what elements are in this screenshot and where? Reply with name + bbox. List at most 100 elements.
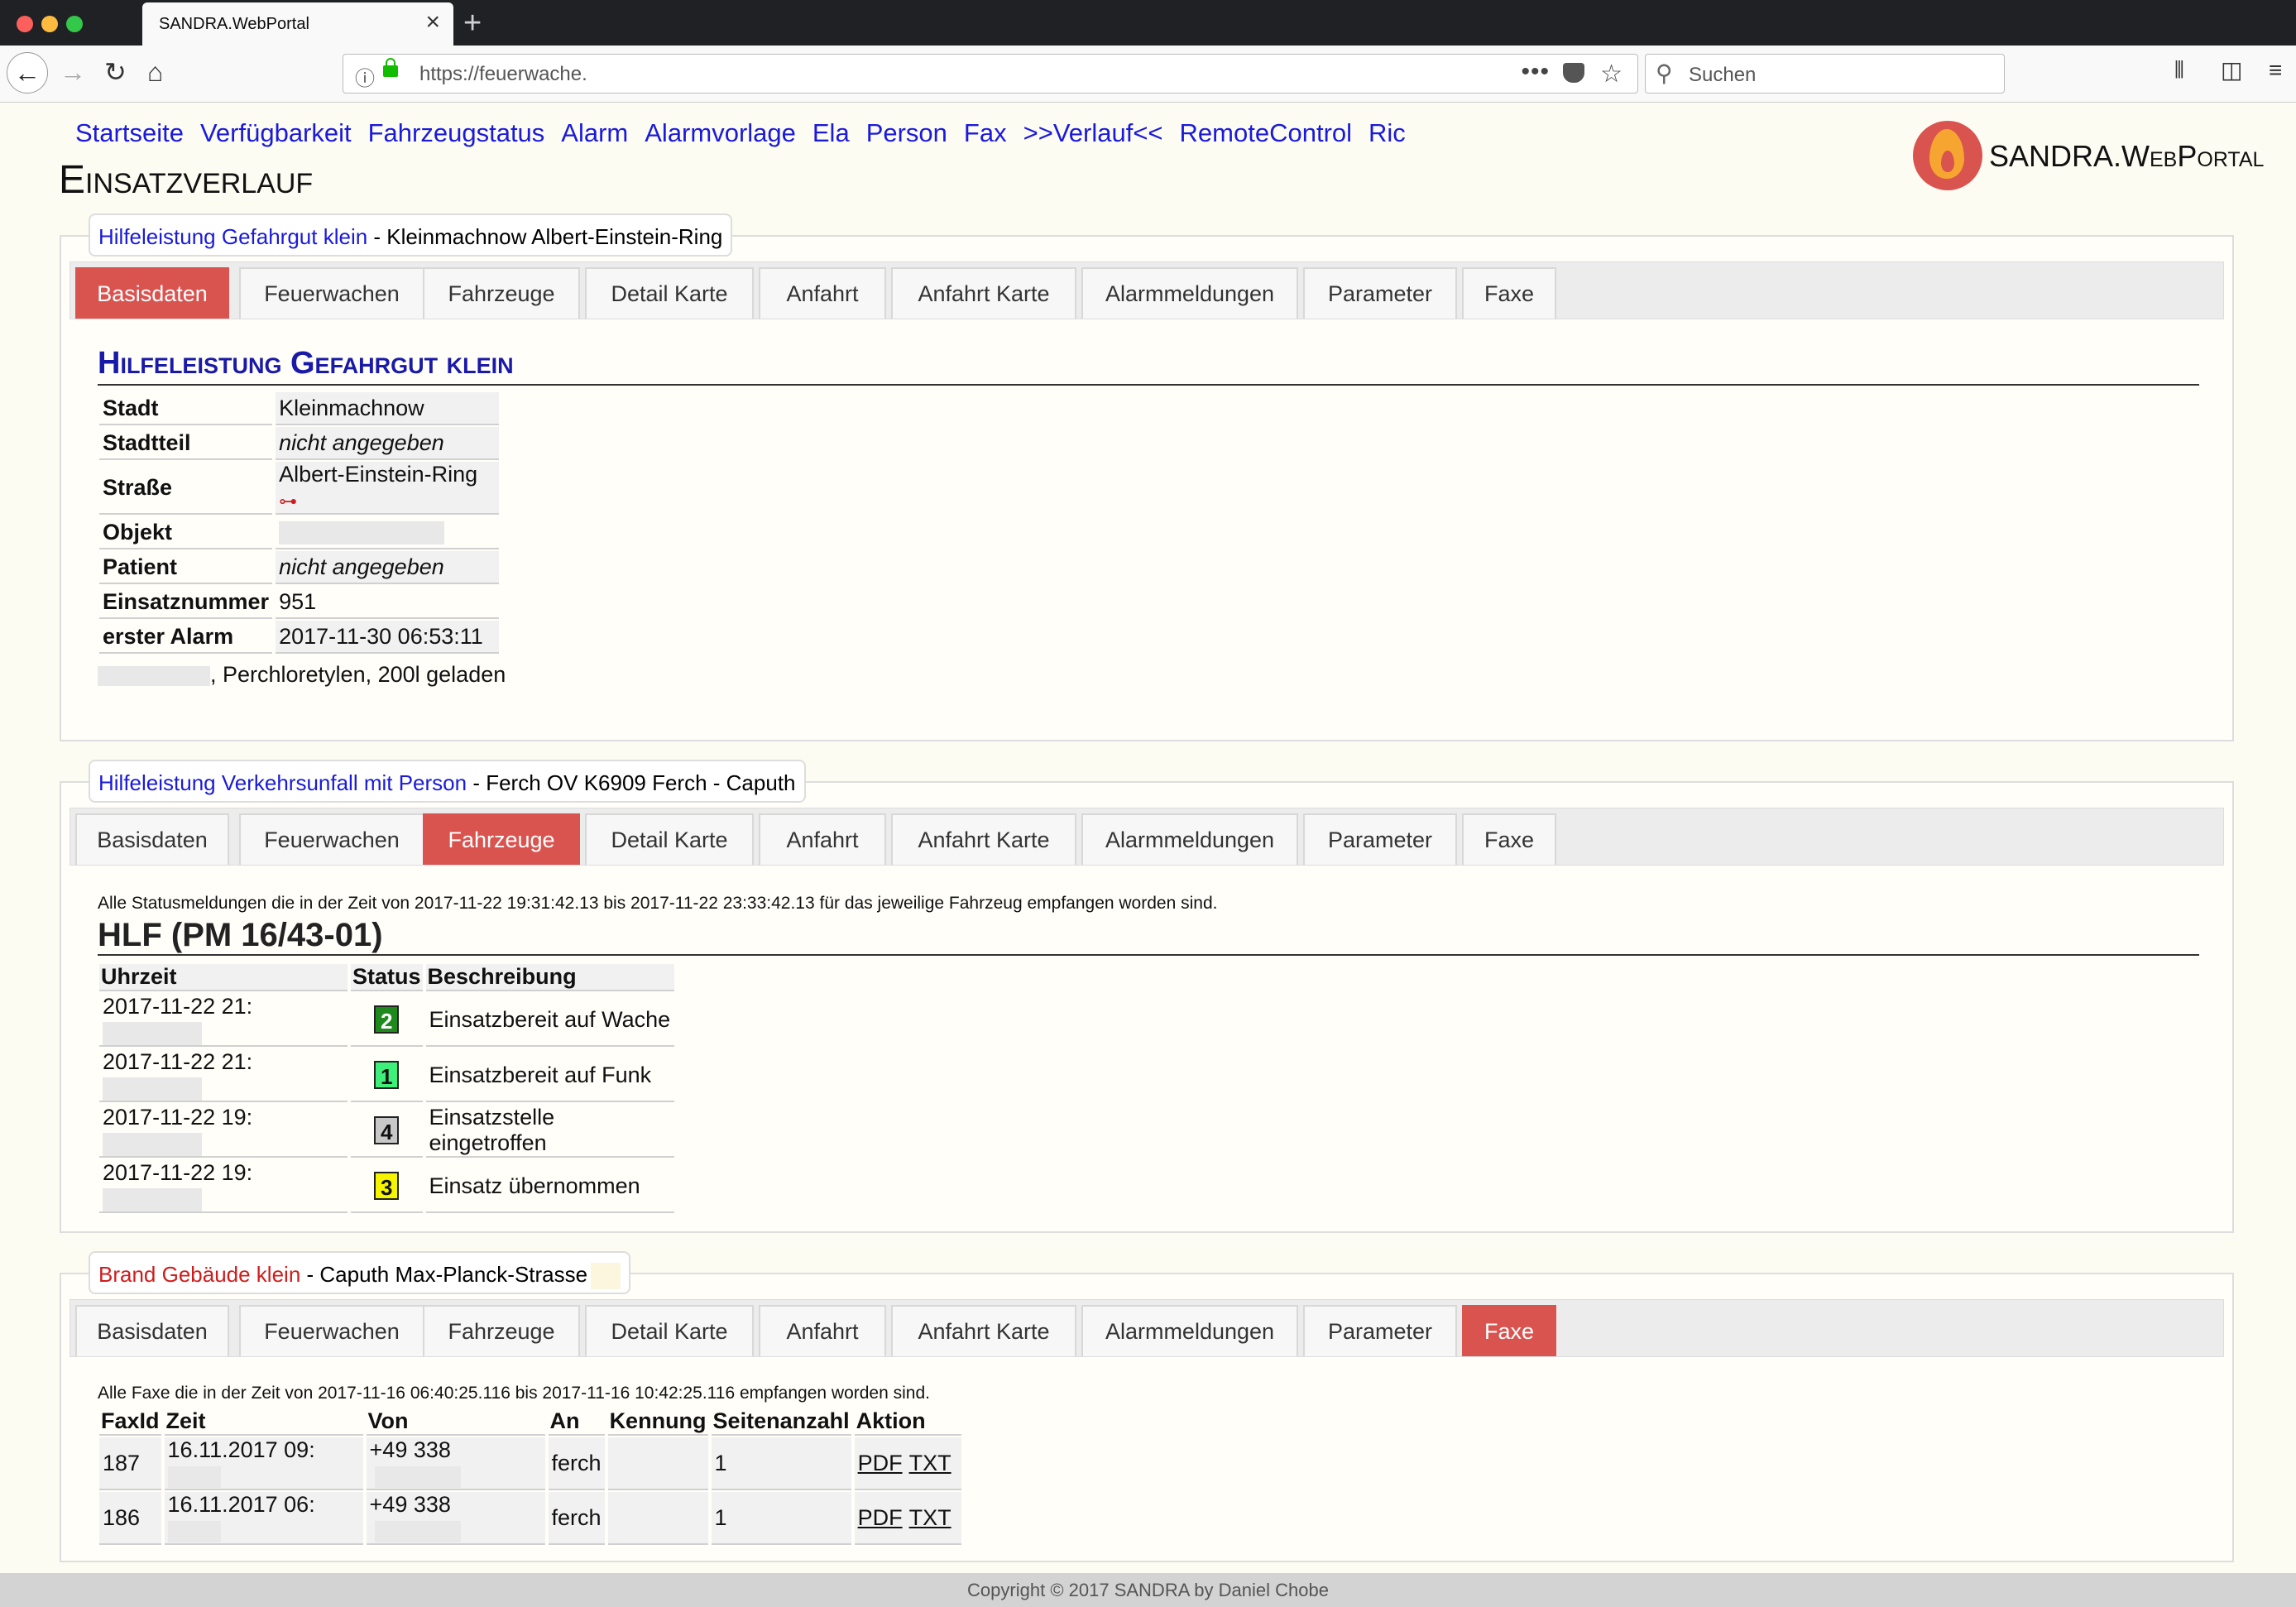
redacted-value: [374, 1520, 461, 1542]
tab-basisdaten[interactable]: Basisdaten: [75, 267, 229, 319]
maximize-window-button[interactable]: [66, 16, 83, 32]
tab-anfahrt[interactable]: Anfahrt: [759, 813, 886, 865]
column-header: Von: [366, 1408, 545, 1436]
fax-to: ferch: [548, 1437, 605, 1490]
status-time-cell: 2017-11-22 19:: [99, 1105, 348, 1158]
reload-icon[interactable]: ↻: [104, 57, 127, 87]
tab-faxe[interactable]: Faxe: [1462, 813, 1556, 865]
txt-link[interactable]: TXT: [909, 1505, 951, 1530]
tab-detail-karte[interactable]: Detail Karte: [585, 1305, 754, 1356]
pdf-link[interactable]: PDF: [858, 1451, 903, 1475]
status-description: Einsatz übernommen: [425, 1160, 674, 1213]
tab-detail-karte[interactable]: Detail Karte: [585, 267, 754, 319]
fax-time: 16.11.2017 09:: [167, 1437, 315, 1462]
incident-location: - Ferch OV K6909 Ferch - Caputh: [467, 770, 796, 795]
column-header: Zeit: [164, 1408, 363, 1436]
column-header: FaxId: [99, 1408, 161, 1436]
nav-link[interactable]: Alarmvorlage: [645, 118, 796, 147]
tab-feuerwachen[interactable]: Feuerwachen: [239, 813, 424, 865]
tab-alarmmeldungen[interactable]: Alarmmeldungen: [1081, 813, 1298, 865]
incident-type-link[interactable]: Hilfeleistung Verkehrsunfall mit Person: [98, 770, 467, 795]
nav-link[interactable]: Fahrzeugstatus: [368, 118, 545, 147]
tab-parameter[interactable]: Parameter: [1303, 1305, 1457, 1356]
tab-anfahrt[interactable]: Anfahrt: [759, 267, 886, 319]
tab-parameter[interactable]: Parameter: [1303, 267, 1457, 319]
tab-anfahrt-karte[interactable]: Anfahrt Karte: [891, 1305, 1076, 1356]
field-label: Stadt: [99, 392, 273, 425]
tab-fahrzeuge[interactable]: Fahrzeuge: [423, 1305, 580, 1356]
fax-from-cell: +49 338: [366, 1437, 545, 1490]
nav-link[interactable]: Person: [866, 118, 947, 147]
incident-type-link[interactable]: Hilfeleistung Gefahrgut klein: [98, 224, 367, 249]
nav-link[interactable]: >>Verlauf<<: [1023, 118, 1163, 147]
url-bar[interactable]: ⓘ https://feuerwache. ••• ☆: [343, 54, 1638, 94]
pdf-link[interactable]: PDF: [858, 1505, 903, 1530]
tab-fahrzeuge[interactable]: Fahrzeuge: [423, 813, 580, 865]
tab-anfahrt-karte[interactable]: Anfahrt Karte: [891, 813, 1076, 865]
new-tab-icon[interactable]: +: [463, 4, 482, 42]
minimize-window-button[interactable]: [41, 16, 58, 32]
field-value: Albert-Einstein-Ring: [279, 462, 478, 487]
info-icon[interactable]: ⓘ: [355, 62, 375, 91]
incident-tabs: Basisdaten Feuerwachen Fahrzeuge Detail Kar…: [70, 808, 2224, 866]
pocket-icon[interactable]: [1563, 63, 1584, 83]
fax-time-cell: 16.11.2017 09:: [164, 1437, 363, 1490]
browser-tab-title: SANDRA.WebPortal: [159, 15, 309, 33]
nav-link[interactable]: Fax: [964, 118, 1007, 147]
status-description: Einsatzbereit auf Wache: [425, 994, 674, 1047]
tab-alarmmeldungen[interactable]: Alarmmeldungen: [1081, 1305, 1298, 1356]
vehicle-status-table: Uhrzeit Status Beschreibung 2017-11-22 2…: [96, 962, 678, 1216]
page-title: Einsatzverlauf: [59, 158, 314, 202]
tab-anfahrt[interactable]: Anfahrt: [759, 1305, 886, 1356]
tab-alarmmeldungen[interactable]: Alarmmeldungen: [1081, 267, 1298, 319]
incident-location: - Caputh Max-Planck-Strasse: [300, 1262, 588, 1287]
tab-detail-karte[interactable]: Detail Karte: [585, 813, 754, 865]
table-header-row: FaxId Zeit Von An Kennung Seitenanzahl A…: [99, 1408, 961, 1436]
home-icon[interactable]: ⌂: [147, 57, 163, 87]
fax-id: 187: [99, 1437, 161, 1490]
redacted-value: [98, 665, 210, 686]
tab-feuerwachen[interactable]: Feuerwachen: [239, 267, 424, 319]
nav-link[interactable]: Startseite: [75, 118, 184, 147]
bookmark-star-icon[interactable]: ☆: [1600, 60, 1623, 89]
forward-arrow-icon[interactable]: →: [60, 57, 86, 87]
sidebar-icon[interactable]: ◫: [2221, 58, 2242, 83]
route-map-icon[interactable]: ⊶: [279, 491, 297, 511]
tab-feuerwachen[interactable]: Feuerwachen: [239, 1305, 424, 1356]
tab-parameter[interactable]: Parameter: [1303, 813, 1457, 865]
close-tab-icon[interactable]: ×: [425, 10, 440, 35]
browser-tab[interactable]: SANDRA.WebPortal ×: [142, 2, 453, 46]
tab-faxe[interactable]: Faxe: [1462, 1305, 1556, 1356]
field-value: 951: [276, 586, 500, 619]
close-window-button[interactable]: [17, 16, 33, 32]
fax-pages: 1: [711, 1437, 851, 1490]
back-arrow-icon[interactable]: ←: [7, 52, 48, 94]
incident-type-link[interactable]: Brand Gebäude klein: [98, 1262, 300, 1287]
column-header: Beschreibung: [425, 964, 674, 991]
nav-link[interactable]: Alarm: [561, 118, 628, 147]
tab-basisdaten[interactable]: Basisdaten: [75, 1305, 229, 1356]
fax-actions: PDF TXT: [854, 1437, 961, 1490]
tab-faxe[interactable]: Faxe: [1462, 267, 1556, 319]
nav-link[interactable]: RemoteControl: [1180, 118, 1352, 147]
incident-location: - Kleinmachnow Albert-Einstein-Ring: [367, 224, 723, 249]
tab-anfahrt-karte[interactable]: Anfahrt Karte: [891, 267, 1076, 319]
nav-link[interactable]: Verfügbarkeit: [200, 118, 352, 147]
tab-basisdaten[interactable]: Basisdaten: [75, 813, 229, 865]
redacted-value: [279, 521, 445, 545]
redacted-value: [103, 1187, 202, 1211]
incident-legend: Brand Gebäude klein - Caputh Max-Planck-…: [89, 1251, 631, 1294]
tab-fahrzeuge[interactable]: Fahrzeuge: [423, 267, 580, 319]
status-badge: 4: [374, 1115, 400, 1144]
search-input[interactable]: ⚲ Suchen: [1645, 54, 2005, 94]
url-text[interactable]: https://feuerwache.: [419, 63, 587, 86]
menu-icon[interactable]: ≡: [2269, 58, 2282, 83]
library-icon[interactable]: ⫴: [2174, 58, 2184, 83]
nav-link[interactable]: Ela: [812, 118, 850, 147]
nav-link[interactable]: Ric: [1368, 118, 1406, 147]
page-actions-icon[interactable]: •••: [1521, 58, 1550, 86]
txt-link[interactable]: TXT: [909, 1451, 951, 1475]
incident-heading: Hilfeleistung Gefahrgut klein: [98, 346, 514, 381]
incident-panel: Brand Gebäude klein - Caputh Max-Planck-…: [60, 1251, 2234, 1562]
field-label: Patient: [99, 551, 273, 584]
